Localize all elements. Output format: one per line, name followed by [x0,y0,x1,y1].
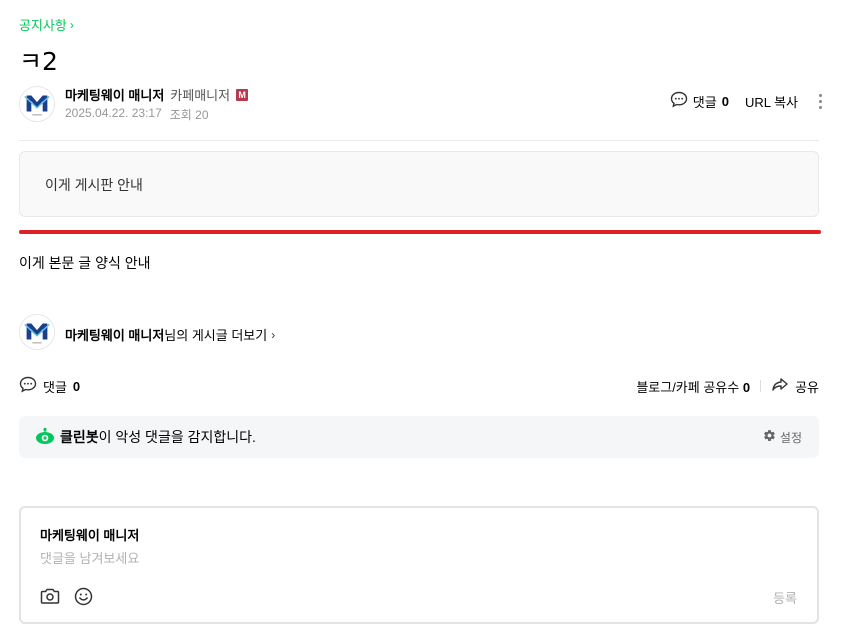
settings-label: 설정 [779,430,802,445]
author-name[interactable]: 마케팅웨이 매니저 [65,85,164,104]
divider [19,140,819,141]
comment-count: 0 [72,378,81,394]
submit-comment-button[interactable]: 등록 [773,588,797,607]
comment-count: 0 [721,93,729,109]
board-guide-box: 이게 게시판 안내 [19,151,819,217]
share-icon [771,377,789,396]
author-info: 마케팅웨이 매니저 카페매니저 M [65,85,249,104]
comment-label: 댓글 [43,379,67,395]
view-count: 조회 20 [169,108,209,122]
more-posts-suffix: 님의 게시글 더보기 [164,328,268,343]
comment-label: 댓글 [692,94,717,110]
comment-count-button[interactable]: 댓글 0 [670,91,729,111]
gear-icon [763,429,776,445]
author-role: 카페매니저 [170,88,231,103]
share-count-label: 블로그/카페 공유수 [636,379,740,395]
post-bottom-actions: 댓글 0 블로그/카페 공유수 0 공유 [19,376,819,396]
cleanbot-message: 이 악성 댓글을 감지합니다. [98,429,256,445]
emoji-icon[interactable] [74,587,93,606]
chevron-right-icon: › [69,17,74,32]
board-link[interactable]: 공지사항 › [19,15,74,34]
avatar[interactable] [19,86,55,122]
post-body-text: 이게 본문 글 양식 안내 [19,255,151,271]
share-button[interactable]: 공유 [771,377,819,396]
camera-icon[interactable] [40,587,60,606]
board-name: 공지사항 [19,18,67,33]
comment-bubble-icon [19,376,37,396]
comment-input[interactable] [40,551,760,566]
cleanbot-name: 클린봇 [60,429,99,445]
share-count-value: 0 [742,379,751,395]
share-count: 블로그/카페 공유수 0 [636,377,750,396]
comment-form: 마케팅웨이 매니저 등록 [19,506,819,624]
comment-toggle-button[interactable]: 댓글 0 [19,376,80,396]
post-top-actions: 댓글 0 URL 복사 [670,91,825,111]
divider [760,380,762,392]
share-label: 공유 [795,379,819,395]
comment-writer-name: 마케팅웨이 매니저 [40,528,140,543]
board-guide-text: 이게 게시판 안내 [45,177,143,193]
more-options-icon[interactable] [816,92,825,111]
more-posts-author: 마케팅웨이 매니저 [65,328,165,343]
chevron-right-icon: › [271,327,276,342]
cleanbot-icon [35,427,55,448]
more-posts-link[interactable]: 마케팅웨이 매니저 님의 게시글 더보기 › [65,325,275,344]
comment-tools [40,587,93,606]
cleanbot-notice: 클린봇이 악성 댓글을 감지합니다. 설정 [19,416,819,458]
manager-badge-icon: M [236,88,249,101]
url-copy-button[interactable]: URL 복사 [745,92,798,111]
comment-bubble-icon [670,91,688,111]
post-meta: 2025.04.22. 23:17 조회 20 [65,106,209,123]
post-date: 2025.04.22. 23:17 [65,106,162,120]
red-separator-line [19,230,821,234]
author-avatar-small[interactable] [19,314,55,350]
post-title: ㅋ2 [19,47,58,76]
cleanbot-settings-button[interactable]: 설정 [763,429,802,446]
